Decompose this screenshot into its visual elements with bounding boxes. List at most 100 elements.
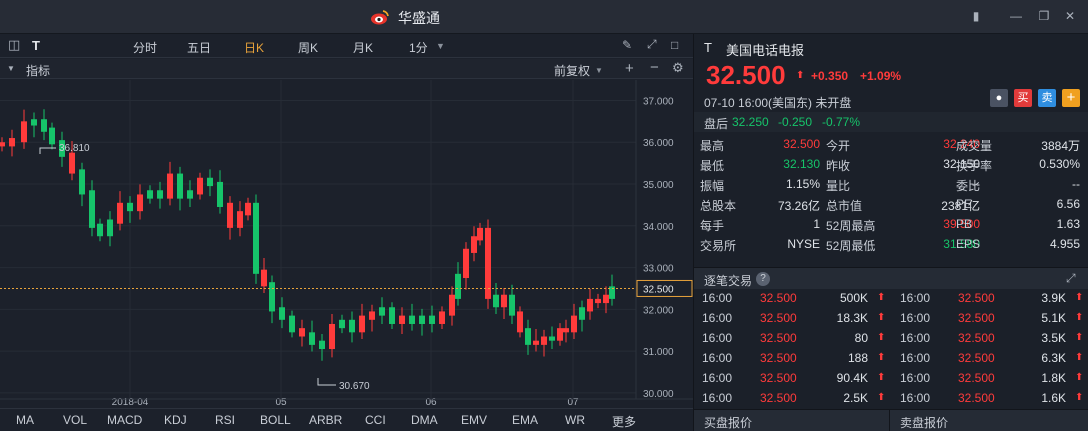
trade-cell: 1.6K: [1041, 391, 1066, 405]
y-tick-label: 32.000: [643, 305, 674, 316]
candle-body: [419, 315, 425, 324]
indicator-kdj[interactable]: KDJ: [164, 413, 187, 427]
stat-label: 今开: [826, 139, 851, 153]
collapse-sidebar-icon[interactable]: ◫: [8, 37, 20, 53]
trade-cell: 32.500: [958, 291, 995, 305]
candle-body: [463, 248, 469, 279]
add-indicator-icon[interactable]: +: [625, 60, 634, 77]
kline-chart[interactable]: 37.000 36.000 35.000 34.000 33.000 32.000 31.0…: [0, 80, 693, 408]
expand-icon[interactable]: ⤢: [647, 37, 657, 52]
stat-label: 总股本: [700, 199, 737, 213]
tab-weekly-k[interactable]: 周K: [298, 39, 318, 56]
after-hours-row: 盘后 32.250 -0.250 -0.77%: [694, 112, 1088, 132]
high-marker: [39, 147, 56, 154]
title-bar: 华盛通 ▮ — ❐ ✕: [0, 0, 1088, 34]
after-hours-label: 盘后: [704, 117, 729, 131]
draw-pen-icon[interactable]: ✎: [622, 38, 632, 52]
indicator-boll[interactable]: BOLL: [260, 413, 291, 427]
trade-cell: 1.8K: [1041, 371, 1066, 385]
market-status: 07-10 16:00(美国东) 未开盘: [704, 96, 852, 110]
stat-value: 1.15%: [785, 177, 820, 191]
stat-label: 最低: [700, 159, 725, 173]
up-arrow-icon: ⬆: [1075, 352, 1084, 363]
candle-body: [41, 119, 47, 132]
trade-cell: 32.500: [958, 371, 995, 385]
stat-label: 委比: [956, 179, 981, 193]
stat-value: 1.63: [1056, 217, 1080, 231]
candle-body: [0, 142, 5, 147]
trade-cell: 16:00: [702, 331, 733, 345]
adjust-select[interactable]: 前复权: [554, 62, 590, 79]
candle-body: [177, 173, 183, 199]
restore-icon[interactable]: ❐: [1036, 8, 1052, 24]
trade-cell: 16:00: [702, 351, 733, 365]
collapse-indicator-icon[interactable]: ▼: [7, 64, 15, 73]
trade-cell: 2.5K: [843, 391, 868, 405]
candle-body: [525, 328, 531, 345]
indicator-emv[interactable]: EMV: [461, 413, 487, 427]
candle-body: [359, 315, 365, 333]
gear-icon[interactable]: ⚙: [672, 60, 684, 76]
trade-cell: 3.5K: [1041, 331, 1066, 345]
low-label: 30.670: [339, 381, 370, 392]
close-icon[interactable]: ✕: [1062, 8, 1078, 24]
up-arrow-icon: ⬆: [1075, 392, 1084, 403]
adjust-chevron-icon[interactable]: ▼: [595, 66, 603, 75]
buy-button[interactable]: 买: [1014, 89, 1032, 107]
tab-monthly-k[interactable]: 月K: [353, 39, 373, 56]
candle-body: [217, 181, 223, 207]
indicator-cci[interactable]: CCI: [365, 413, 386, 427]
add-watchlist-button[interactable]: +: [1062, 89, 1080, 107]
candle-body: [449, 294, 455, 316]
indicator-ma[interactable]: MA: [16, 413, 34, 427]
trade-row: 16:00 32.500 18.3K ⬆ 16:00 32.500 5.1K ⬆: [694, 309, 1088, 329]
candle-body: [107, 219, 113, 237]
candle-body: [97, 223, 103, 237]
tab-minute[interactable]: 1分: [409, 39, 428, 56]
indicator-vol[interactable]: VOL: [63, 413, 87, 427]
quote-panel: T 美国电话电报 32.500 ⬆ +0.350 +1.09% 07-10 16…: [693, 34, 1088, 431]
candle-body: [369, 311, 375, 320]
stat-label: 52周最高: [826, 219, 876, 233]
trade-cell: 32.500: [958, 311, 995, 325]
candle-body: [541, 336, 547, 345]
trade-row: 16:00 32.500 80 ⬆ 16:00 32.500 3.5K ⬆: [694, 329, 1088, 349]
candle-body: [269, 282, 275, 312]
indicator-more[interactable]: 更多: [612, 413, 636, 430]
remove-indicator-icon[interactable]: −: [650, 59, 659, 76]
indicator-dma[interactable]: DMA: [411, 413, 438, 427]
indicator-rsi[interactable]: RSI: [215, 413, 235, 427]
indicator-arbr[interactable]: ARBR: [309, 413, 342, 427]
bell-icon[interactable]: ●: [990, 89, 1008, 107]
stat-label: 总市值: [826, 199, 863, 213]
up-arrow-icon: ⬆: [877, 392, 886, 403]
indicator-tabs: MA VOL MACD KDJ RSI BOLL ARBR CCI DMA EM…: [0, 408, 693, 431]
shirt-icon[interactable]: ▮: [968, 8, 984, 24]
candle-body: [379, 307, 385, 316]
fullscreen-icon[interactable]: □: [671, 38, 678, 52]
candle-body: [549, 336, 555, 341]
candle-body: [429, 315, 435, 324]
tab-timeshare[interactable]: 分时: [133, 39, 157, 56]
tab-five-day[interactable]: 五日: [187, 39, 211, 56]
tab-daily-k[interactable]: 日K: [244, 39, 264, 56]
indicator-ema[interactable]: EMA: [512, 413, 538, 427]
stat-label: 振幅: [700, 179, 725, 193]
help-icon[interactable]: ?: [756, 272, 770, 286]
indicator-wr[interactable]: WR: [565, 413, 585, 427]
kline-svg[interactable]: 37.000 36.000 35.000 34.000 33.000 32.000 31.0…: [0, 80, 693, 408]
sina-logo-icon: [371, 10, 389, 25]
chevron-down-icon[interactable]: ▼: [436, 41, 445, 51]
chart-panel: ◫ T 分时 五日 日K 周K 月K 1分 ▼ ✎ ⤢ □ ▼ 指标 前复权 ▼…: [0, 34, 693, 431]
indicator-label[interactable]: 指标: [26, 62, 50, 79]
trade-cell: 16:00: [900, 291, 931, 305]
sell-button[interactable]: 卖: [1038, 89, 1056, 107]
expand-trades-icon[interactable]: ⤢: [1066, 271, 1076, 286]
indicator-macd[interactable]: MACD: [107, 413, 142, 427]
after-hours-change: -0.250: [778, 115, 813, 129]
candle-body: [493, 294, 499, 308]
candle-body: [147, 190, 153, 199]
trade-row: 16:00 32.500 500K ⬆ 16:00 32.500 3.9K ⬆: [694, 289, 1088, 309]
candle-body: [557, 328, 563, 341]
minimize-icon[interactable]: —: [1008, 8, 1024, 24]
